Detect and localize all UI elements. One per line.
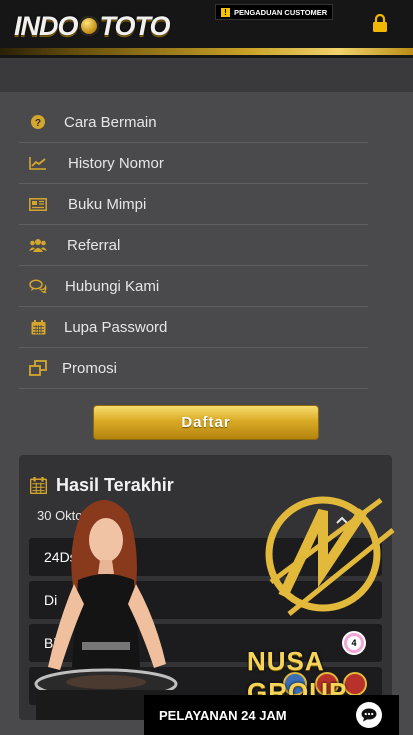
menu-item-label: Buku Mimpi	[68, 195, 147, 213]
menu-item-label: History Nomor	[68, 154, 164, 172]
side-menu: ? Cara Bermain History Nomor Buku Mimpi …	[19, 102, 368, 389]
logo-text-left: INDO	[14, 10, 78, 41]
site-logo[interactable]: INDO TOTO	[14, 9, 171, 43]
menu-item-label: Hubungi Kami	[65, 277, 160, 295]
logo-text-right: TOTO	[99, 10, 171, 41]
copy-icon	[28, 360, 48, 376]
chat-bubbles-icon	[28, 278, 48, 294]
svg-text:?: ?	[35, 118, 41, 129]
chat-bubble-icon[interactable]	[356, 702, 382, 728]
calendar-icon	[28, 319, 48, 335]
register-button[interactable]: Daftar	[93, 405, 319, 440]
lock-icon[interactable]	[372, 14, 388, 32]
users-icon	[28, 237, 48, 253]
menu-item-referral[interactable]: Referral	[19, 225, 368, 266]
promo-model-image	[34, 499, 178, 720]
menu-item-promosi[interactable]: Promosi	[19, 348, 368, 389]
menu-item-label: Referral	[67, 236, 121, 254]
menu-item-cara-bermain[interactable]: ? Cara Bermain	[19, 102, 368, 143]
menu-item-label: Lupa Password	[64, 318, 168, 336]
newspaper-icon	[28, 196, 48, 212]
notification-badge[interactable]: 4	[342, 631, 366, 655]
menu-item-label: Promosi	[62, 359, 118, 377]
complaint-label: PENGADUAN CUSTOMER	[234, 7, 328, 17]
live-chat-bar[interactable]: PELAYANAN 24 JAM	[144, 695, 399, 735]
complaint-button[interactable]: ! PENGADUAN CUSTOMER	[215, 4, 334, 20]
question-circle-icon: ?	[28, 114, 48, 130]
live-chat-label: PELAYANAN 24 JAM	[159, 707, 287, 723]
notification-count: 4	[347, 636, 361, 650]
menu-item-label: Cara Bermain	[64, 113, 157, 131]
gold-divider	[0, 48, 413, 55]
logo-ball-icon	[78, 16, 99, 36]
line-chart-icon	[28, 155, 48, 171]
menu-item-buku-mimpi[interactable]: Buku Mimpi	[19, 184, 368, 225]
warning-icon: !	[221, 7, 230, 17]
menu-item-hubungi-kami[interactable]: Hubungi Kami	[19, 266, 368, 307]
menu-item-history-nomor[interactable]: History Nomor	[19, 143, 368, 184]
header-band	[0, 58, 413, 92]
menu-item-lupa-password[interactable]: Lupa Password	[19, 307, 368, 348]
